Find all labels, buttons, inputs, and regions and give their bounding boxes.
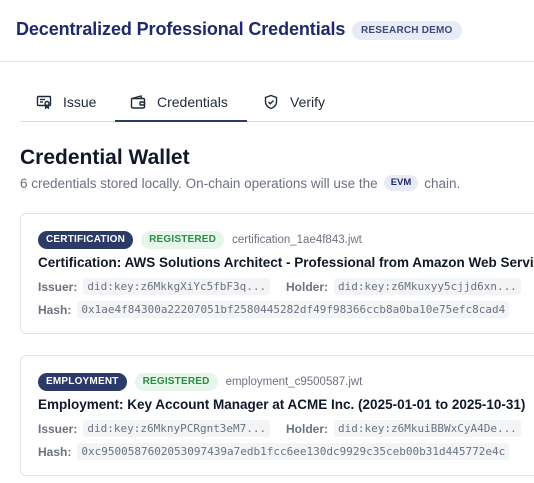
holder-label: Holder: — [286, 421, 328, 436]
tab-issue[interactable]: Issue — [36, 82, 96, 122]
status-badge: REGISTERED — [141, 231, 225, 249]
credential-card[interactable]: EMPLOYMENT REGISTERED employment_c950058… — [20, 355, 534, 476]
issuer-did: did:key:z6MknyPCRgnt3eM7... — [83, 420, 271, 437]
tab-credentials[interactable]: Credentials — [130, 82, 228, 122]
issuer-label: Issuer: — [38, 279, 78, 294]
chain-badge: EVM — [383, 175, 419, 191]
research-demo-badge: RESEARCH DEMO — [352, 21, 462, 40]
holder-label: Holder: — [286, 279, 328, 294]
app-header: Decentralized Professional Credentials R… — [0, 0, 534, 62]
tab-credentials-label: Credentials — [157, 94, 228, 110]
credential-title: Employment: Key Account Manager at ACME … — [38, 397, 526, 412]
credential-type-badge: EMPLOYMENT — [38, 373, 127, 391]
credential-hash-row: Hash: 0xc9500587602053097439a7edb1fcc6ee… — [38, 443, 510, 460]
tab-bar: Issue Credentials Verify — [20, 82, 534, 122]
wallet-subtitle-end: chain. — [424, 175, 461, 191]
tab-issue-label: Issue — [63, 94, 97, 110]
credential-hash: 0x1ae4f84300a22207051bf2580445282df49f98… — [77, 301, 510, 318]
wallet-subtitle-text: 6 credentials stored locally. On-chain o… — [20, 175, 378, 191]
certificate-icon — [36, 94, 52, 110]
holder-group: Holder: did:key:z6MkuiBBWxCyA4De... — [286, 420, 521, 437]
holder-group: Holder: did:key:z6Mkuxyy5cjjd6xn... — [286, 278, 521, 295]
shield-icon — [263, 94, 279, 110]
hash-label: Hash: — [38, 302, 72, 317]
tab-verify-label: Verify — [290, 94, 326, 110]
issuer-label: Issuer: — [38, 421, 78, 436]
issuer-did: did:key:z6MkkgXiYc5fbF3q... — [83, 278, 271, 295]
holder-did: did:key:z6MkuiBBWxCyA4De... — [334, 420, 521, 437]
credential-file-name: employment_c9500587.jwt — [225, 376, 363, 388]
credential-title: Certification: AWS Solutions Architect -… — [38, 255, 534, 270]
credential-file-name: certification_1ae4f843.jwt — [232, 234, 362, 246]
page-title: Credential Wallet — [20, 146, 190, 169]
app-title: Decentralized Professional Credentials — [16, 19, 346, 39]
status-badge: REGISTERED — [134, 373, 218, 391]
holder-did: did:key:z6Mkuxyy5cjjd6xn... — [334, 278, 521, 295]
tab-verify[interactable]: Verify — [263, 82, 325, 122]
wallet-subtitle: 6 credentials stored locally. On-chain o… — [20, 175, 460, 191]
credential-card[interactable]: CERTIFICATION REGISTERED certification_1… — [20, 213, 534, 334]
credential-hash: 0xc9500587602053097439a7edb1fcc6ee130dc9… — [77, 443, 510, 460]
hash-label: Hash: — [38, 444, 72, 459]
wallet-icon — [130, 94, 146, 110]
credential-parties: Issuer: did:key:z6MkkgXiYc5fbF3q... — [38, 278, 271, 295]
credential-hash-row: Hash: 0x1ae4f84300a22207051bf2580445282d… — [38, 301, 510, 318]
credential-type-badge: CERTIFICATION — [38, 231, 134, 249]
active-tab-indicator — [115, 120, 247, 122]
credential-parties: Issuer: did:key:z6MknyPCRgnt3eM7... — [38, 420, 271, 437]
